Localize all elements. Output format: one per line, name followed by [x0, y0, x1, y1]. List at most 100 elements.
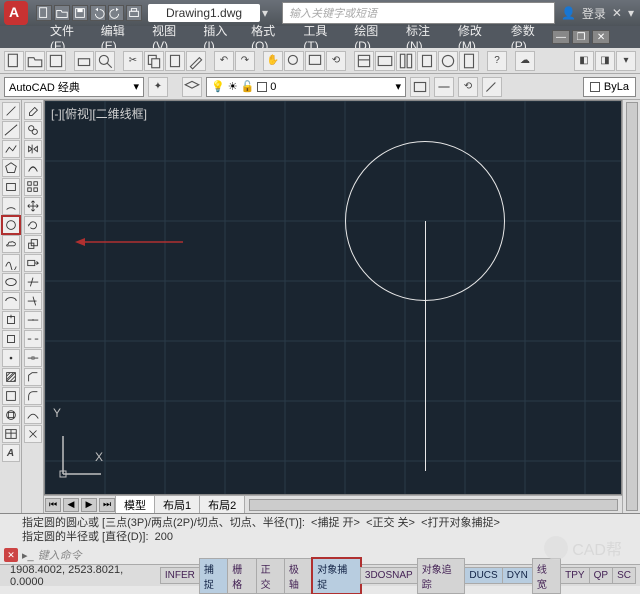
exchange-icon[interactable]: ✕: [612, 6, 622, 20]
hscrollbar[interactable]: [249, 499, 618, 511]
command-close-icon[interactable]: ✕: [4, 548, 18, 562]
point-icon[interactable]: [2, 349, 20, 367]
mirror-icon[interactable]: [24, 140, 42, 158]
stretch-icon[interactable]: [24, 254, 42, 272]
tab-prev-icon[interactable]: ◀: [63, 498, 79, 512]
fillet-icon[interactable]: [24, 387, 42, 405]
cut-icon[interactable]: ✂: [123, 51, 143, 71]
save-icon[interactable]: [46, 51, 66, 71]
cloud-icon[interactable]: ☁: [515, 51, 535, 71]
copy-obj-icon[interactable]: [24, 121, 42, 139]
layer-combo[interactable]: 💡 ☀ 🔓 0 ▾: [206, 77, 406, 97]
status-dyn[interactable]: DYN: [502, 567, 533, 584]
status-otrack[interactable]: 对象追踪: [417, 558, 466, 594]
login-button[interactable]: 登录: [582, 5, 606, 22]
coords-readout[interactable]: 1908.4002, 2523.8021, 0.0000: [4, 564, 161, 588]
new-icon[interactable]: [4, 51, 24, 71]
tool-palettes-icon[interactable]: [396, 51, 416, 71]
arc-icon[interactable]: [2, 197, 20, 215]
layer-prev-icon[interactable]: ⟲: [458, 77, 478, 97]
preview-icon[interactable]: [95, 51, 115, 71]
chamfer-icon[interactable]: [24, 368, 42, 386]
sheet-set-icon[interactable]: [417, 51, 437, 71]
paste-icon[interactable]: [165, 51, 185, 71]
scale-icon[interactable]: [24, 235, 42, 253]
layer-props-icon[interactable]: [182, 77, 202, 97]
status-grid[interactable]: 栅格: [227, 558, 256, 594]
status-ortho[interactable]: 正交: [256, 558, 285, 594]
pan-icon[interactable]: ✋: [263, 51, 283, 71]
erase-icon[interactable]: [24, 102, 42, 120]
status-ducs[interactable]: DUCS: [464, 567, 502, 584]
help-icon[interactable]: ?: [487, 51, 507, 71]
polygon-icon[interactable]: [2, 159, 20, 177]
workspace-settings-icon[interactable]: ✦: [148, 77, 168, 97]
explode-icon[interactable]: [24, 425, 42, 443]
toolbar-dropdown-icon[interactable]: ▾: [616, 51, 636, 71]
undo-icon[interactable]: ↶: [214, 51, 234, 71]
xline-icon[interactable]: [2, 121, 20, 139]
redo-icon[interactable]: ↷: [235, 51, 255, 71]
layer-iso-icon[interactable]: [434, 77, 454, 97]
tab-last-icon[interactable]: ⏭: [99, 498, 115, 512]
ucs-icon[interactable]: [57, 430, 107, 480]
gradient-icon[interactable]: [2, 387, 20, 405]
drawing-canvas[interactable]: [-][俯视][二维线框] Y X: [44, 100, 622, 495]
mdi-close-icon[interactable]: ✕: [592, 30, 610, 44]
insert-block-icon[interactable]: [2, 311, 20, 329]
markup-icon[interactable]: [438, 51, 458, 71]
rotate-icon[interactable]: [24, 216, 42, 234]
tab-next-icon[interactable]: ▶: [81, 498, 97, 512]
status-3dosnap[interactable]: 3DOSNAP: [360, 567, 418, 584]
plot-icon[interactable]: [74, 51, 94, 71]
status-osnap[interactable]: 对象捕捉: [312, 558, 361, 594]
status-lwt[interactable]: 线宽: [532, 558, 561, 594]
title-dropdown-icon[interactable]: ▾: [262, 6, 276, 20]
mdi-restore-icon[interactable]: ❐: [572, 30, 590, 44]
tab-first-icon[interactable]: ⏮: [45, 498, 61, 512]
zoom-realtime-icon[interactable]: [284, 51, 304, 71]
table-icon[interactable]: [2, 425, 20, 443]
tab-model[interactable]: 模型: [115, 495, 155, 514]
match-icon[interactable]: [186, 51, 206, 71]
trim-icon[interactable]: [24, 273, 42, 291]
status-snap[interactable]: 捕捉: [199, 558, 228, 594]
region-icon[interactable]: [2, 406, 20, 424]
move-icon[interactable]: [24, 197, 42, 215]
break-point-icon[interactable]: [24, 311, 42, 329]
nav-bar-icon[interactable]: ◨: [595, 51, 615, 71]
properties-icon[interactable]: [354, 51, 374, 71]
array-icon[interactable]: [24, 178, 42, 196]
color-combo[interactable]: ByLa: [583, 77, 636, 97]
rectangle-icon[interactable]: [2, 178, 20, 196]
workspace-combo[interactable]: AutoCAD 经典 ▾: [4, 77, 144, 97]
nav-cube-icon[interactable]: ◧: [574, 51, 594, 71]
mdi-minimize-icon[interactable]: —: [552, 30, 570, 44]
status-polar[interactable]: 极轴: [284, 558, 313, 594]
user-icon[interactable]: 👤: [561, 6, 576, 20]
viewport-label[interactable]: [-][俯视][二维线框]: [51, 105, 147, 122]
offset-icon[interactable]: [24, 159, 42, 177]
open-icon[interactable]: [25, 51, 45, 71]
tab-layout1[interactable]: 布局1: [154, 495, 200, 514]
hatch-icon[interactable]: [2, 368, 20, 386]
dc-icon[interactable]: [375, 51, 395, 71]
extend-icon[interactable]: [24, 292, 42, 310]
status-infer[interactable]: INFER: [160, 567, 200, 584]
revcloud-icon[interactable]: [2, 235, 20, 253]
calc-icon[interactable]: [459, 51, 479, 71]
make-block-icon[interactable]: [2, 330, 20, 348]
drawn-line[interactable]: [425, 221, 426, 471]
zoom-prev-icon[interactable]: ⟲: [326, 51, 346, 71]
status-sc[interactable]: SC: [612, 567, 636, 584]
mtext-icon[interactable]: A: [2, 444, 20, 462]
status-tpy[interactable]: TPY: [560, 567, 589, 584]
circle-icon[interactable]: [2, 216, 20, 234]
line-icon[interactable]: [2, 102, 20, 120]
layer-match-icon[interactable]: [482, 77, 502, 97]
spline-icon[interactable]: [2, 254, 20, 272]
blend-icon[interactable]: [24, 406, 42, 424]
layer-states-icon[interactable]: [410, 77, 430, 97]
pline-icon[interactable]: [2, 140, 20, 158]
tab-layout2[interactable]: 布局2: [199, 495, 245, 514]
